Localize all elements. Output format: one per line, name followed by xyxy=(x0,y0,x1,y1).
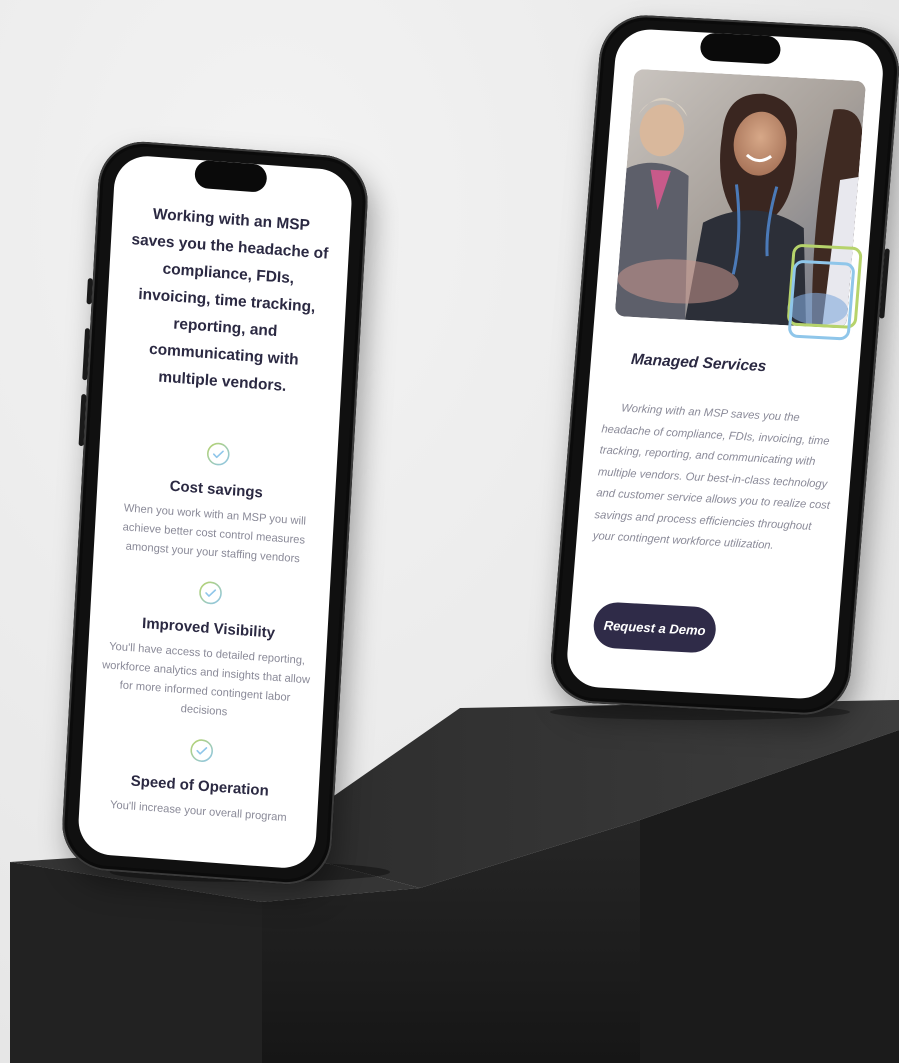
feature-item: Speed of Operation You'll increase your … xyxy=(89,731,311,830)
request-demo-button[interactable]: Request a Demo xyxy=(591,601,718,654)
phone-left-screen: Working with an MSP saves you the headac… xyxy=(76,153,354,871)
dynamic-island xyxy=(194,159,268,193)
section-text: Working with an MSP saves you the headac… xyxy=(592,402,831,552)
mute-switch xyxy=(86,278,93,305)
phone-left: Working with an MSP saves you the headac… xyxy=(59,138,371,888)
dynamic-island xyxy=(699,32,782,65)
decorative-frame-blue xyxy=(787,259,856,341)
feature-text: When you work with an MSP you will achie… xyxy=(122,502,307,566)
feature-item: Improved Visibility You'll have access t… xyxy=(95,573,320,729)
phone-right-screen: Managed Services Working with an MSP sav… xyxy=(564,27,886,701)
intro-text: Working with an MSP saves you the headac… xyxy=(131,205,329,395)
check-circle-icon xyxy=(199,581,222,605)
feature-text: You'll have access to detailed reporting… xyxy=(101,640,311,719)
check-circle-icon xyxy=(190,739,214,762)
section-title: Managed Services xyxy=(630,350,767,376)
feature-list: Cost savings When you work with an MSP y… xyxy=(88,434,328,847)
phone-right: Managed Services Working with an MSP sav… xyxy=(547,12,899,718)
product-mockup-scene: Working with an MSP saves you the headac… xyxy=(0,0,899,1063)
feature-item: Cost savings When you work with an MSP y… xyxy=(103,434,327,571)
check-circle-icon xyxy=(207,442,230,466)
